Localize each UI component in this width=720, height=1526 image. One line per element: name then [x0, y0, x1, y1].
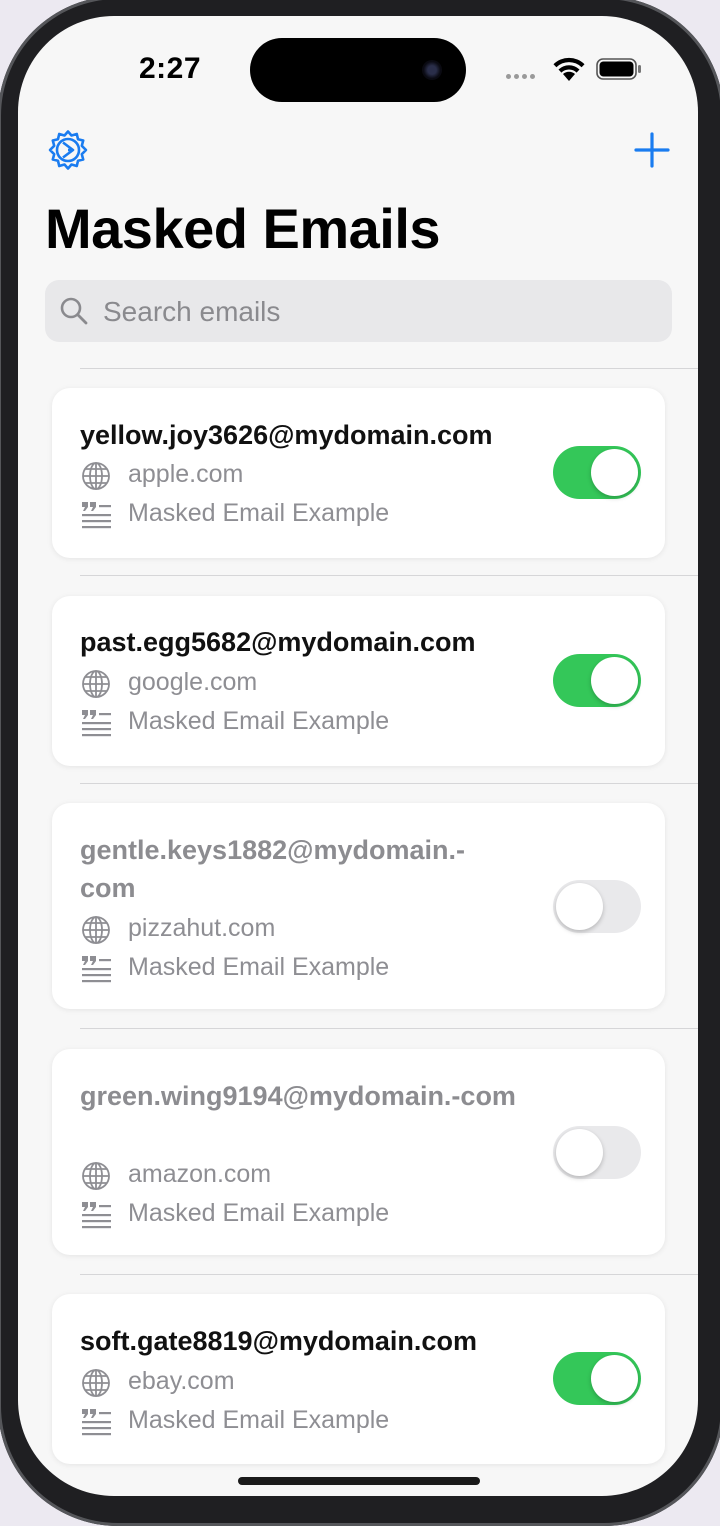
camera-icon: [422, 60, 442, 80]
quote-text-icon: [82, 710, 111, 737]
domain-label: amazon.com: [128, 1160, 272, 1188]
domain-label: google.com: [128, 668, 258, 696]
status-time: 2:27: [138, 52, 202, 85]
search-bar[interactable]: [45, 280, 672, 344]
search-input[interactable]: [101, 280, 645, 344]
battery-icon: [596, 58, 641, 80]
list-separator: [80, 1274, 698, 1275]
globe-icon: [82, 1369, 110, 1397]
globe-icon: [82, 670, 110, 698]
wifi-icon: [553, 57, 585, 81]
plus-icon: [634, 132, 670, 168]
globe-icon: [82, 916, 110, 944]
list-separator: [80, 575, 698, 576]
email-enabled-toggle[interactable]: [553, 654, 641, 707]
quote-text-icon: [82, 1202, 111, 1229]
settings-button[interactable]: [46, 128, 90, 172]
screen: 2:27 Masked Emails Search emails yellow.…: [18, 16, 698, 1496]
list-separator: [80, 1028, 698, 1029]
email-address: gentle.keys1882@mydomain.-com: [80, 835, 465, 903]
list-separator: [80, 368, 698, 369]
email-enabled-toggle[interactable]: [553, 1126, 641, 1179]
cellular-signal-icon: [506, 74, 542, 80]
email-address: yellow.joy3626@mydomain.com: [80, 420, 493, 450]
email-enabled-toggle[interactable]: [553, 1352, 641, 1405]
toggle-knob: [556, 883, 603, 930]
toggle-knob: [591, 449, 638, 496]
dynamic-island: [250, 38, 466, 102]
domain-label: apple.com: [128, 460, 244, 488]
description-label: Masked Email Example: [128, 499, 390, 527]
description-label: Masked Email Example: [128, 1406, 390, 1434]
quote-text-icon: [82, 956, 111, 983]
toggle-knob: [556, 1129, 603, 1176]
toggle-knob: [591, 657, 638, 704]
masked-email-card[interactable]: gentle.keys1882@mydomain.-com pizzahut.c…: [52, 803, 665, 1009]
quote-text-icon: [82, 502, 111, 529]
toggle-knob: [591, 1355, 638, 1402]
list-separator: [80, 783, 698, 784]
phone-frame: 2:27 Masked Emails Search emails yellow.…: [0, 0, 720, 1526]
masked-email-card[interactable]: green.wing9194@mydomain.-com amazon.com …: [52, 1049, 665, 1255]
globe-icon: [82, 1162, 110, 1190]
masked-email-card[interactable]: past.egg5682@mydomain.com google.com Mas…: [52, 596, 665, 766]
email-enabled-toggle[interactable]: [553, 880, 641, 933]
email-enabled-toggle[interactable]: [553, 446, 641, 499]
globe-icon: [82, 462, 110, 490]
page-title: Masked Emails: [45, 197, 441, 260]
description-label: Masked Email Example: [128, 1199, 390, 1227]
masked-email-card[interactable]: yellow.joy3626@mydomain.com apple.com Ma…: [52, 388, 665, 558]
masked-email-card[interactable]: soft.gate8819@mydomain.com ebay.com Mask…: [52, 1294, 665, 1464]
domain-label: ebay.com: [128, 1367, 235, 1395]
add-email-button[interactable]: [632, 130, 672, 170]
email-address: green.wing9194@mydomain.-com: [80, 1081, 516, 1111]
home-indicator[interactable]: [238, 1477, 480, 1485]
email-address: past.egg5682@mydomain.com: [80, 627, 476, 657]
search-icon: [60, 297, 88, 325]
quote-text-icon: [82, 1409, 111, 1436]
email-address: soft.gate8819@mydomain.com: [80, 1326, 477, 1356]
gear-icon: [48, 130, 88, 170]
domain-label: pizzahut.com: [128, 914, 276, 942]
description-label: Masked Email Example: [128, 707, 390, 735]
description-label: Masked Email Example: [128, 953, 390, 981]
